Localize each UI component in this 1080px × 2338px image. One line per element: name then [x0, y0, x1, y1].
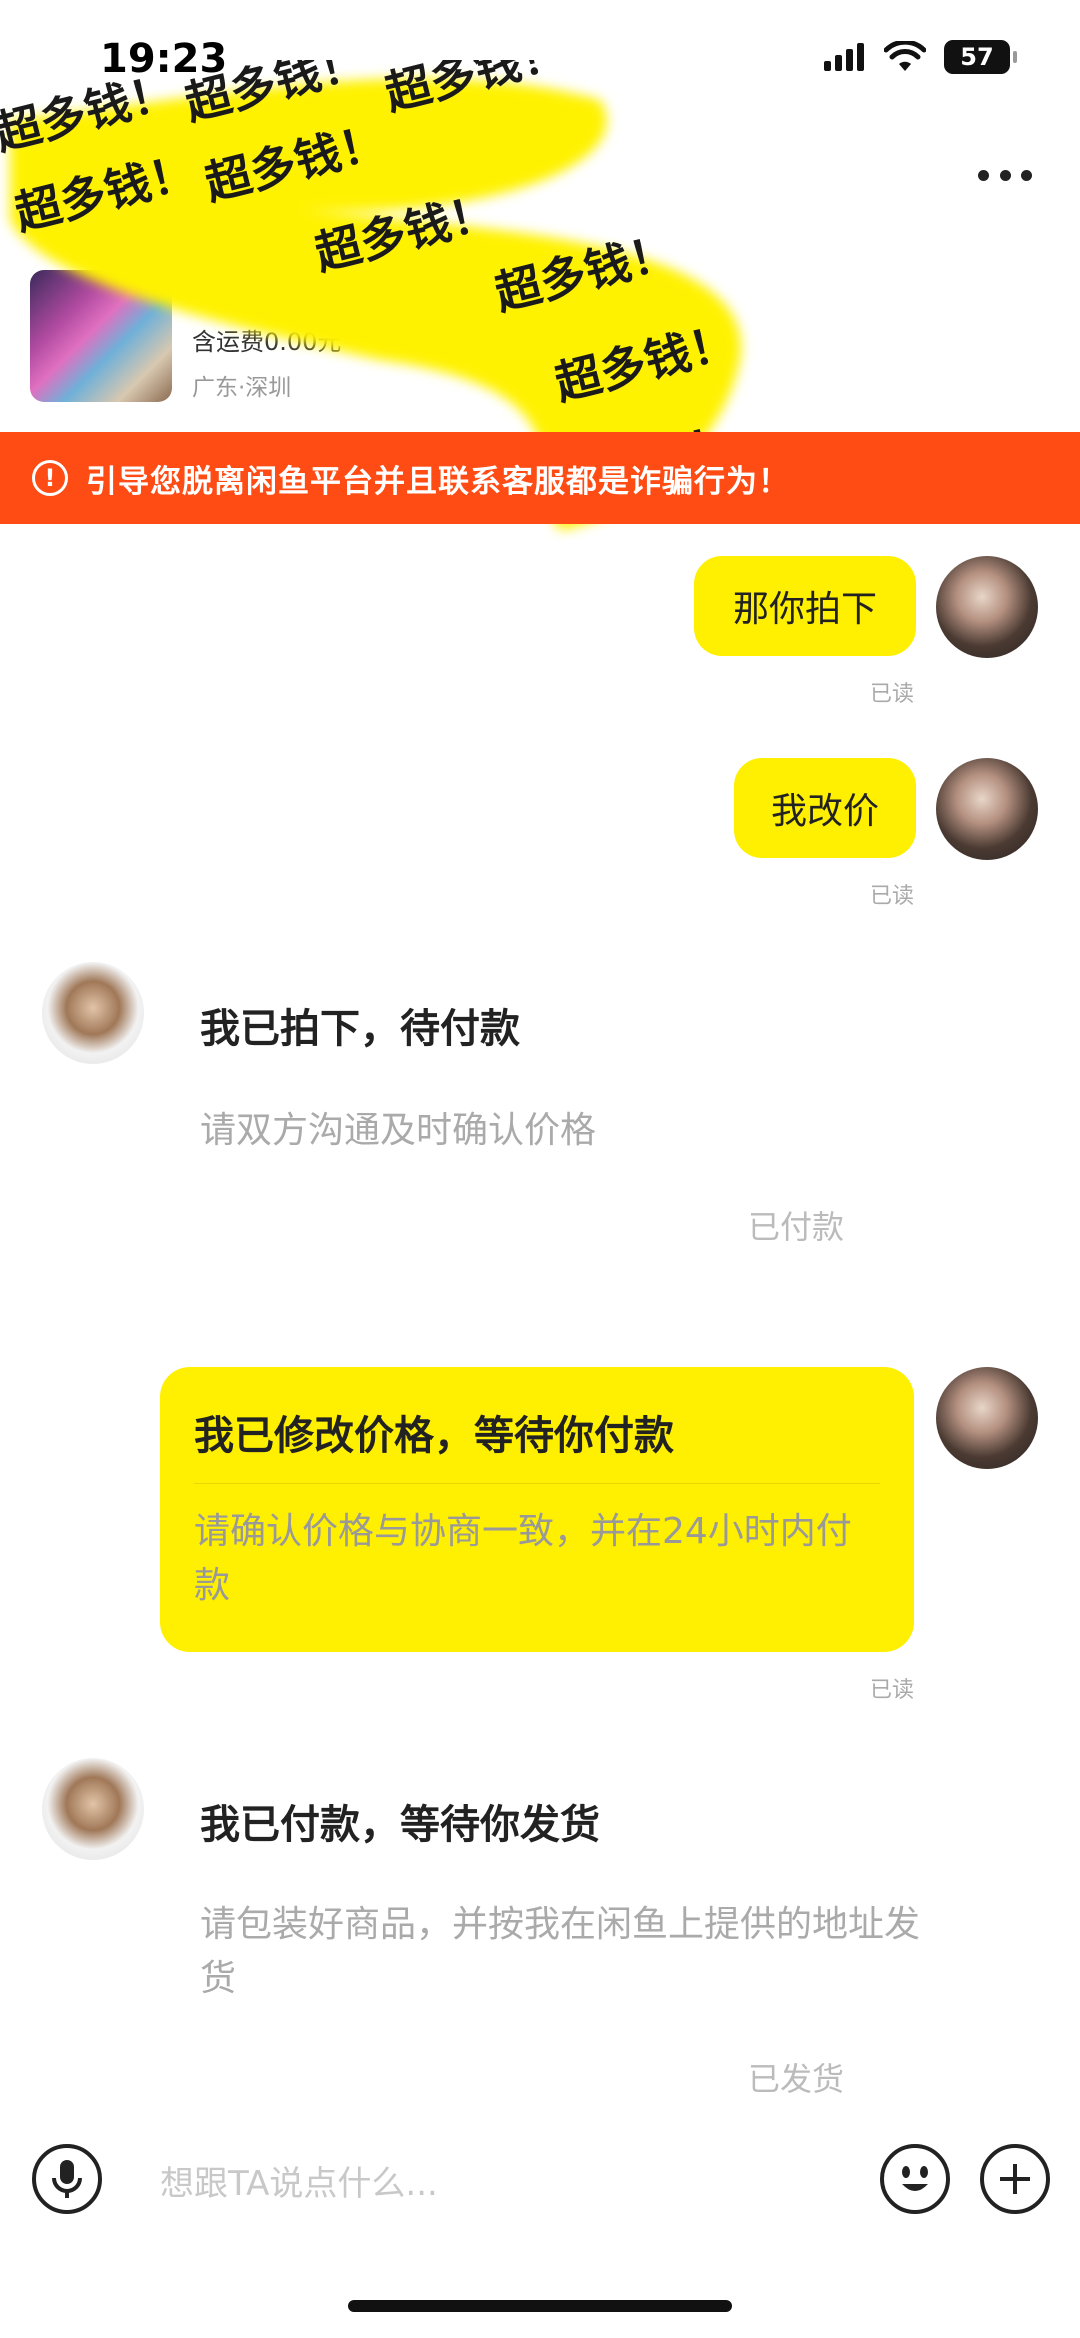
product-card[interactable]: ¥45.0 含运费0.00元 广东·深圳 — [30, 200, 730, 410]
warning-text: 引导您脱离闲鱼平台并且联系客服都是诈骗行为！ — [86, 463, 790, 500]
wifi-icon — [884, 41, 926, 71]
emoji-icon[interactable] — [880, 2144, 950, 2214]
alert-icon: ! — [32, 460, 68, 496]
more-icon[interactable] — [970, 150, 1040, 200]
product-thumbnail[interactable] — [30, 270, 172, 402]
order-status-title: 我已拍下，待付款 — [200, 1006, 520, 1052]
product-shipping: 含运费0.00元 — [192, 328, 342, 356]
product-location: 广东·深圳 — [192, 375, 292, 401]
card-title: 我已修改价格，等待你付款 — [194, 1413, 674, 1459]
avatar-self[interactable] — [936, 1367, 1038, 1469]
input-bar: 想跟TA说点什么... — [0, 2130, 1080, 2230]
order-status-subtitle: 请包装好商品，并按我在闲鱼上提供的地址发货 — [200, 1904, 921, 1999]
avatar-other[interactable] — [42, 962, 144, 1064]
read-receipt: 已读 — [870, 884, 915, 909]
message-bubble: 那你拍下 — [694, 556, 916, 656]
avatar-other[interactable] — [42, 1758, 144, 1860]
plus-icon[interactable] — [980, 2144, 1050, 2214]
battery-icon: 57 — [944, 40, 1017, 74]
read-receipt: 已读 — [870, 1678, 915, 1703]
mic-icon[interactable] — [32, 2144, 102, 2214]
card-divider — [194, 1483, 880, 1484]
status-bar: 19:23 57 — [0, 0, 1080, 120]
status-time: 19:23 — [100, 36, 228, 82]
doodle-text: 超多钱！ — [200, 114, 392, 211]
avatar-self[interactable] — [936, 758, 1038, 860]
battery-level: 57 — [960, 43, 994, 71]
price-change-card[interactable]: 我已修改价格，等待你付款 请确认价格与协商一致，并在24小时内付款 — [160, 1367, 914, 1652]
fraud-warning-banner: ! 引导您脱离闲鱼平台并且联系客服都是诈骗行为！ — [0, 432, 1080, 524]
message-input[interactable]: 想跟TA说点什么... — [160, 2156, 438, 2205]
home-indicator — [348, 2300, 732, 2312]
signal-icon — [824, 43, 864, 71]
status-icons: 57 — [824, 40, 1017, 74]
order-status-label: 已付款 — [748, 1208, 845, 1246]
order-status-title: 我已付款，等待你发货 — [200, 1802, 600, 1848]
order-status-subtitle: 请双方沟通及时确认价格 — [200, 1110, 597, 1151]
card-subtitle: 请确认价格与协商一致，并在24小时内付款 — [194, 1511, 852, 1606]
product-price: ¥45.0 — [192, 262, 313, 306]
avatar-self[interactable] — [936, 556, 1038, 658]
message-bubble: 我改价 — [734, 758, 916, 858]
read-receipt: 已读 — [870, 682, 915, 707]
order-status-label: 已发货 — [748, 2060, 845, 2098]
